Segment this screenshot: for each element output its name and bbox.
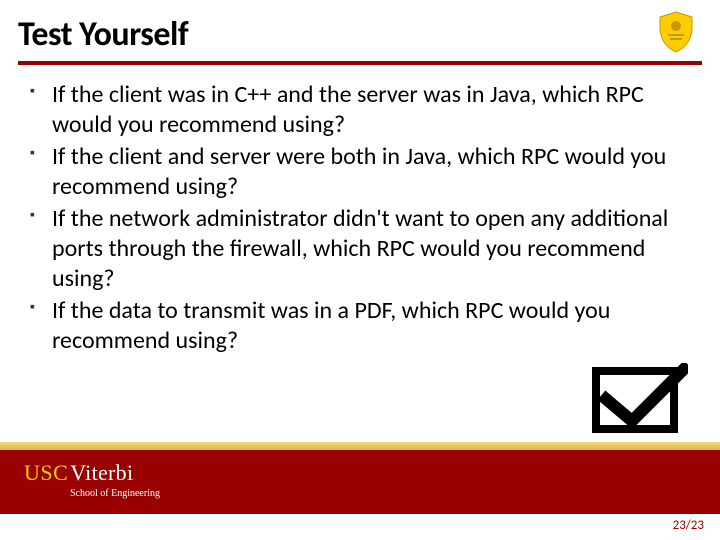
footer-white-strip: 23/23 [0,514,720,540]
page-number: 23/23 [673,518,704,533]
slide-title: Test Yourself [18,14,702,55]
maroon-stripe: USC Viterbi School of Engineering [0,450,720,514]
content-area: If the client was in C++ and the server … [28,80,692,358]
bullet-list: If the client was in C++ and the server … [28,80,692,356]
footer: USC Viterbi School of Engineering 23/23 [0,442,720,540]
logo-viterbi-text: Viterbi [70,460,133,486]
logo-usc-text: USC [24,460,68,486]
title-bar: Test Yourself [18,14,702,65]
slide: Test Yourself If the client was in C++ a… [0,0,720,540]
usc-viterbi-logo: USC Viterbi School of Engineering [24,460,160,499]
checkmark-box-icon [588,363,688,435]
list-item: If the client and server were both in Ja… [28,142,692,202]
title-underline [18,61,702,65]
gold-stripe [0,442,720,450]
logo-main: USC Viterbi [24,460,160,486]
list-item: If the client was in C++ and the server … [28,80,692,140]
list-item: If the data to transmit was in a PDF, wh… [28,296,692,356]
usc-seal-icon [654,10,698,54]
logo-school-text: School of Engineering [70,488,160,499]
list-item: If the network administrator didn't want… [28,204,692,294]
